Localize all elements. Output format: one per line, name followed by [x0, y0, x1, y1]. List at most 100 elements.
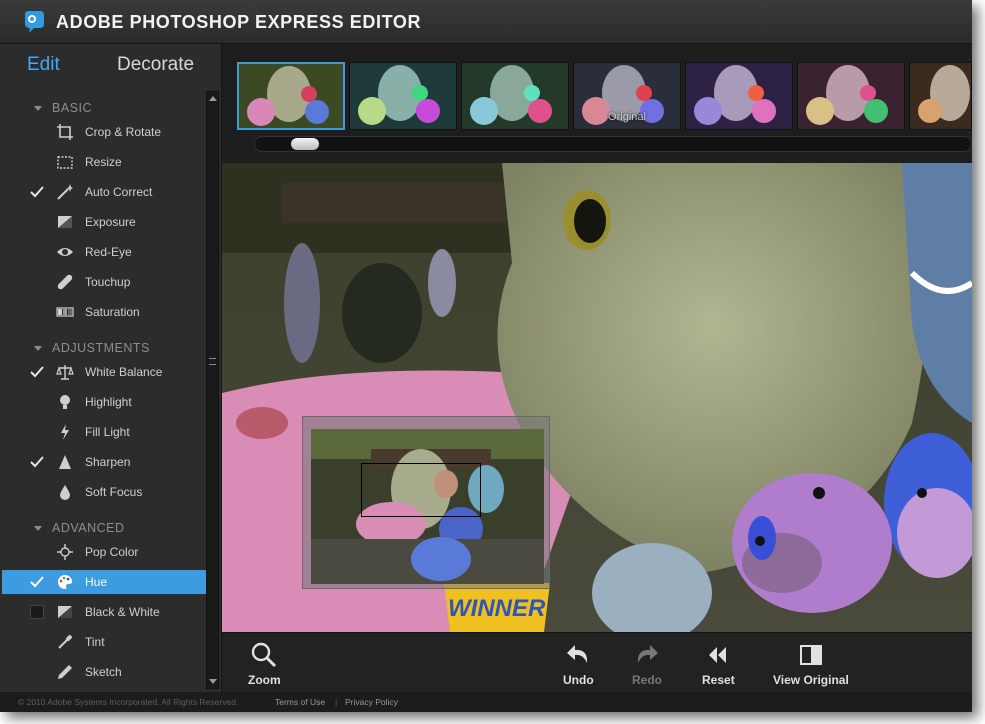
filmstrip-scrollbar[interactable]	[254, 136, 972, 152]
tool-sketch[interactable]: Sketch	[2, 660, 206, 684]
tool-label: Crop & Rotate	[85, 125, 162, 139]
variation-image	[686, 63, 792, 129]
collapse-triangle-icon	[34, 525, 42, 531]
checkmark-icon[interactable]	[30, 455, 44, 469]
exposure-icon	[58, 216, 72, 228]
hue-variation-thumb[interactable]	[461, 62, 569, 130]
lightbulb-icon	[60, 395, 70, 409]
variation-image	[798, 63, 904, 129]
privacy-policy-link[interactable]: Privacy Policy	[345, 697, 398, 707]
magic-wand-icon	[57, 184, 73, 200]
reset-button[interactable]: Reset	[702, 641, 735, 687]
pencil-icon	[58, 665, 72, 679]
scroll-up-icon[interactable]	[209, 96, 217, 101]
rewind-icon	[709, 647, 727, 663]
variation-image	[239, 64, 343, 128]
undo-icon	[567, 645, 588, 663]
scroll-down-icon[interactable]	[209, 679, 217, 684]
tool-crop-rotate[interactable]: Crop & Rotate	[2, 120, 206, 144]
hue-variation-thumb-original[interactable]: Original	[573, 62, 681, 130]
compare-icon	[799, 645, 822, 665]
view-original-button[interactable]: View Original	[773, 641, 849, 687]
reset-label: Reset	[702, 673, 735, 687]
undo-label: Undo	[563, 673, 594, 687]
hue-variation-thumb[interactable]	[909, 62, 972, 130]
tool-label: Highlight	[85, 395, 132, 409]
tool-touchup[interactable]: Touchup	[2, 270, 206, 294]
tool-label: Tint	[85, 635, 105, 649]
checkmark-icon[interactable]	[30, 575, 44, 589]
tool-label: Pop Color	[85, 545, 139, 559]
section-basic-label: BASIC	[52, 101, 93, 115]
title-bar: ADOBE PHOTOSHOP EXPRESS EDITOR	[0, 0, 972, 44]
undo-button[interactable]: Undo	[563, 641, 594, 687]
app-title: ADOBE PHOTOSHOP EXPRESS EDITOR	[56, 12, 422, 32]
tool-resize[interactable]: Resize	[2, 150, 206, 174]
redo-button[interactable]: Redo	[632, 641, 662, 687]
tool-label: Sharpen	[85, 455, 131, 469]
copyright-text: © 2010 Adobe Systems Incorporated. All R…	[18, 697, 239, 707]
saturation-icon	[56, 307, 74, 317]
tool-label: Touchup	[85, 275, 131, 289]
filmstrip-scroll-thumb[interactable]	[291, 138, 319, 150]
variation-image	[910, 63, 971, 129]
tool-sharpen[interactable]: Sharpen	[2, 450, 206, 474]
terms-of-use-link[interactable]: Terms of Use	[275, 697, 325, 707]
collapse-triangle-icon	[34, 345, 42, 351]
lightning-icon	[61, 424, 69, 440]
tool-hue[interactable]: Hue	[2, 570, 206, 594]
tool-label: Sketch	[85, 665, 122, 679]
variation-image	[350, 63, 456, 129]
section-adjustments-label: ADJUSTMENTS	[52, 341, 150, 355]
checkmark-icon[interactable]	[30, 365, 44, 379]
footer-separator: |	[335, 697, 338, 707]
scroll-grip-icon[interactable]	[209, 358, 216, 365]
hue-variation-thumb[interactable]	[349, 62, 457, 130]
tool-white-balance[interactable]: White Balance	[2, 360, 206, 384]
tool-auto-correct[interactable]: Auto Correct	[2, 180, 206, 204]
hue-variation-thumb[interactable]	[685, 62, 793, 130]
section-adjustments[interactable]: ADJUSTMENTS	[34, 339, 150, 357]
tool-exposure[interactable]: Exposure	[2, 210, 206, 234]
checkmark-icon[interactable]	[30, 185, 44, 199]
collapse-triangle-icon	[34, 105, 42, 111]
tool-red-eye[interactable]: Red-Eye	[2, 240, 206, 264]
black-white-icon	[58, 606, 72, 618]
tool-label: Soft Focus	[85, 485, 143, 499]
section-basic[interactable]: BASIC	[34, 99, 92, 117]
tool-pop-color[interactable]: Pop Color	[2, 540, 206, 564]
hue-variations-strip: Original	[222, 44, 972, 160]
tab-decorate[interactable]: Decorate	[117, 54, 194, 76]
zoom-button[interactable]: Zoom	[248, 641, 281, 687]
section-advanced[interactable]: ADVANCED	[34, 519, 125, 537]
footer: © 2010 Adobe Systems Incorporated. All R…	[0, 692, 972, 712]
tab-edit[interactable]: Edit	[27, 54, 60, 76]
zoom-navigator[interactable]	[302, 416, 550, 589]
drop-icon	[60, 485, 70, 500]
original-label: Original	[608, 111, 646, 123]
magnifier-icon	[252, 642, 277, 668]
tool-label: Resize	[85, 155, 122, 169]
tool-black-white[interactable]: Black & White	[2, 600, 206, 624]
checkbox[interactable]	[30, 605, 44, 619]
tool-soft-focus[interactable]: Soft Focus	[2, 480, 206, 504]
crop-icon	[57, 124, 73, 140]
navigator-viewport-box[interactable]	[361, 463, 481, 517]
winner-sign-text: WINNER	[448, 595, 546, 622]
hue-variation-thumb[interactable]	[797, 62, 905, 130]
photo-canvas[interactable]: WINNER	[222, 163, 972, 632]
triangle-icon	[59, 455, 71, 469]
navigator-preview	[311, 429, 544, 584]
tool-fill-light[interactable]: Fill Light	[2, 420, 206, 444]
redo-icon	[637, 645, 658, 663]
target-icon	[57, 544, 73, 560]
hue-variation-thumb[interactable]	[237, 62, 345, 130]
tools-scrollbar[interactable]	[206, 91, 219, 689]
tool-tint[interactable]: Tint	[2, 630, 206, 654]
tool-label: Auto Correct	[85, 185, 153, 199]
tool-highlight[interactable]: Highlight	[2, 390, 206, 414]
tool-saturation[interactable]: Saturation	[2, 300, 206, 324]
eye-icon	[57, 248, 73, 256]
section-advanced-label: ADVANCED	[52, 521, 125, 535]
tool-label: Exposure	[85, 215, 136, 229]
